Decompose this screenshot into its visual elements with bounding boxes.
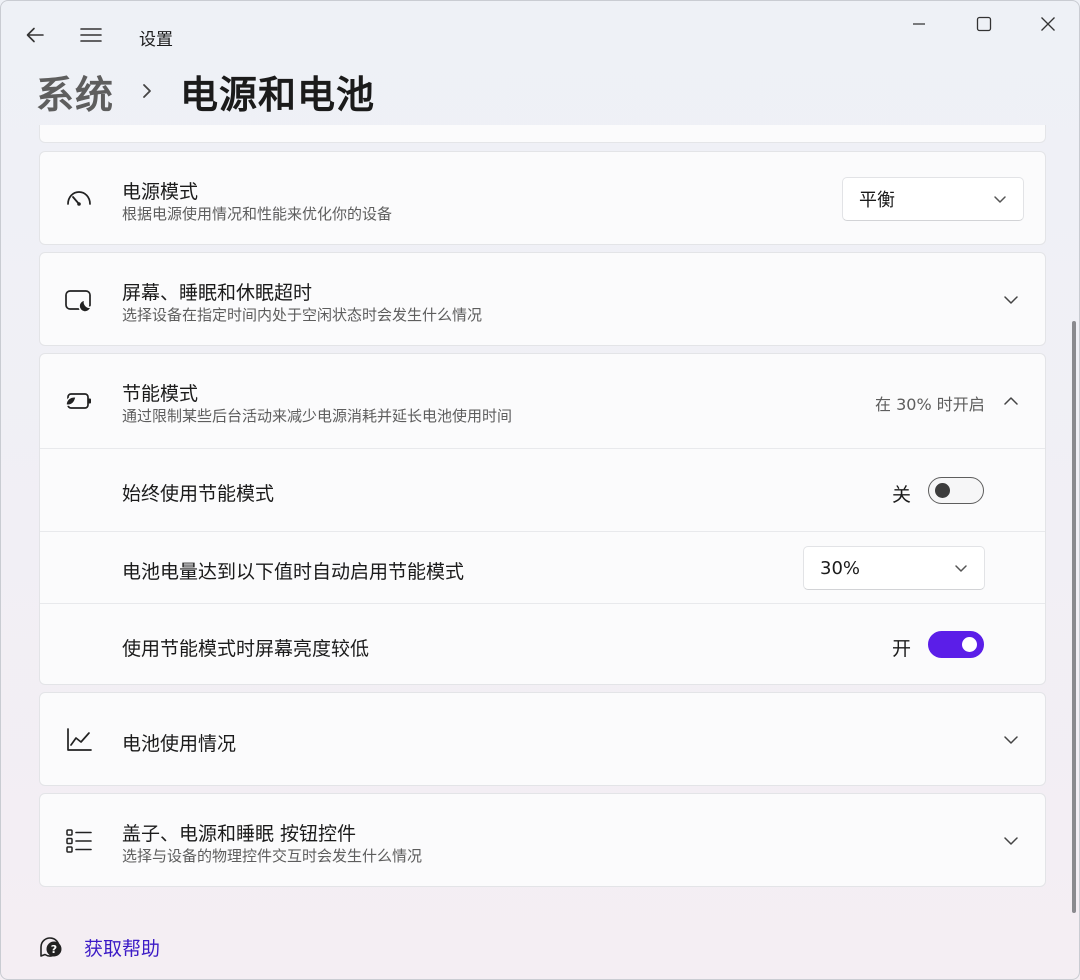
power-mode-dropdown[interactable]: 平衡 <box>842 177 1024 221</box>
power-mode-value: 平衡 <box>859 190 895 211</box>
power-mode-card: 电源模式 根据电源使用情况和性能来优化你的设备 平衡 <box>39 151 1046 245</box>
app-title: 设置 <box>139 30 173 50</box>
help-icon: ? <box>40 937 62 957</box>
scrollbar[interactable] <box>1072 321 1076 913</box>
navigation-menu-button[interactable] <box>75 19 107 51</box>
back-button[interactable] <box>19 19 51 51</box>
close-button[interactable] <box>1022 9 1074 39</box>
toggle-state-on-label: 开 <box>892 638 912 660</box>
line-chart-icon <box>62 723 96 757</box>
energy-saver-status: 在 30% 时开启 <box>875 395 985 414</box>
threshold-dropdown[interactable]: 30% <box>803 546 985 590</box>
screen-sleep-subtitle: 选择设备在指定时间内处于空闲状态时会发生什么情况 <box>122 306 483 324</box>
battery-leaf-icon <box>62 384 96 418</box>
get-help-label: 获取帮助 <box>84 937 161 960</box>
hamburger-icon <box>80 28 102 42</box>
always-energy-saver-toggle[interactable] <box>928 477 984 504</box>
battery-usage-card[interactable]: 电池使用情况 <box>39 692 1046 786</box>
battery-usage-title: 电池使用情况 <box>122 733 237 755</box>
chevron-right-icon <box>140 82 154 100</box>
lid-buttons-subtitle: 选择与设备的物理控件交互时会发生什么情况 <box>122 847 423 865</box>
chevron-down-icon <box>994 196 1006 203</box>
energy-saver-title: 节能模式 <box>122 383 199 405</box>
page-title: 电源和电池 <box>180 72 376 117</box>
get-help-link[interactable]: ? 获取帮助 <box>37 933 160 961</box>
energy-saver-card: 节能模式 通过限制某些后台活动来减少电源消耗并延长电池使用时间 在 30% 时开… <box>39 353 1046 685</box>
threshold-value: 30% <box>820 557 861 579</box>
gauge-icon <box>62 182 96 216</box>
toggle-knob <box>962 637 977 652</box>
maximize-button[interactable] <box>958 9 1010 39</box>
threshold-row: 电池电量达到以下值时自动启用节能模式 30% <box>40 532 1045 603</box>
close-icon <box>1041 17 1055 31</box>
chevron-up-icon <box>999 389 1023 413</box>
chevron-down-icon <box>955 565 967 572</box>
title-bar: 设置 <box>1 1 1079 67</box>
toggle-state-off-label: 关 <box>892 484 912 506</box>
chevron-down-icon <box>999 829 1023 853</box>
always-energy-saver-row: 始终使用节能模式 关 <box>40 449 1045 531</box>
back-arrow-icon <box>26 27 44 43</box>
maximize-icon <box>976 16 992 32</box>
lower-brightness-row: 使用节能模式时屏幕亮度较低 开 <box>40 604 1045 684</box>
energy-saver-header[interactable]: 节能模式 通过限制某些后台活动来减少电源消耗并延长电池使用时间 在 30% 时开… <box>40 354 1045 448</box>
list-icon <box>62 824 96 858</box>
chevron-down-icon <box>999 728 1023 752</box>
scrolled-card-edge <box>39 125 1046 143</box>
minimize-icon <box>913 23 925 25</box>
breadcrumb: 系统 电源和电池 <box>36 65 375 117</box>
lid-buttons-title: 盖子、电源和睡眠 按钮控件 <box>122 823 357 845</box>
minimize-button[interactable] <box>893 9 945 39</box>
screen-sleep-icon <box>62 283 96 317</box>
breadcrumb-parent[interactable]: 系统 <box>36 64 114 119</box>
threshold-label: 电池电量达到以下值时自动启用节能模式 <box>122 561 465 583</box>
lower-brightness-label: 使用节能模式时屏幕亮度较低 <box>122 638 370 660</box>
settings-window: 设置 系统 电源和电池 电源模式 根据电源使用情况和性能来优化你的设备 平衡 屏… <box>0 0 1080 980</box>
screen-sleep-title: 屏幕、睡眠和休眠超时 <box>122 282 313 304</box>
lower-brightness-toggle[interactable] <box>928 631 984 658</box>
always-energy-saver-label: 始终使用节能模式 <box>122 483 275 505</box>
power-mode-subtitle: 根据电源使用情况和性能来优化你的设备 <box>122 205 393 223</box>
toggle-knob <box>935 483 950 498</box>
energy-saver-subtitle: 通过限制某些后台活动来减少电源消耗并延长电池使用时间 <box>122 407 513 425</box>
screen-sleep-card[interactable]: 屏幕、睡眠和休眠超时 选择设备在指定时间内处于空闲状态时会发生什么情况 <box>39 252 1046 346</box>
power-mode-title: 电源模式 <box>122 181 199 203</box>
svg-text:?: ? <box>51 943 57 956</box>
lid-buttons-card[interactable]: 盖子、电源和睡眠 按钮控件 选择与设备的物理控件交互时会发生什么情况 <box>39 793 1046 887</box>
chevron-down-icon <box>999 288 1023 312</box>
